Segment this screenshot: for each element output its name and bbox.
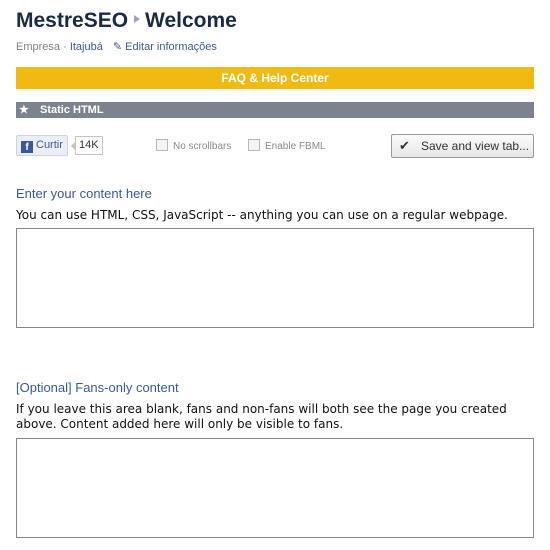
- tab-name: Welcome: [145, 9, 237, 32]
- enable-fbml-label: Enable FBML: [265, 141, 326, 152]
- like-button[interactable]: f Curtir: [16, 135, 68, 156]
- page-subline: Empresa · Itajubá ✎ Editar informações: [16, 41, 217, 53]
- save-button-label: Save and view tab...: [421, 139, 530, 153]
- like-label: Curtir: [36, 139, 63, 151]
- page-title: MestreSEO Welcome: [16, 9, 237, 33]
- save-and-view-tab-button[interactable]: ✔ Save and view tab...: [391, 134, 534, 158]
- app-title-bar: ★ Static HTML: [16, 102, 534, 118]
- like-count: 14K: [71, 136, 103, 155]
- checkbox-icon[interactable]: [156, 139, 168, 151]
- content-textarea[interactable]: [16, 228, 534, 328]
- fans-only-description: If you leave this area blank, fans and n…: [16, 402, 507, 431]
- fans-only-heading: [Optional] Fans-only content: [16, 380, 179, 395]
- page-name[interactable]: MestreSEO: [16, 9, 128, 32]
- no-scrollbars-checkbox[interactable]: No scrollbars: [156, 139, 231, 152]
- location-link[interactable]: Itajubá: [70, 41, 103, 53]
- enable-fbml-checkbox[interactable]: Enable FBML: [248, 139, 326, 152]
- edit-info-link[interactable]: Editar informações: [125, 41, 217, 53]
- content-description: You can use HTML, CSS, JavaScript -- any…: [16, 208, 508, 222]
- star-icon: ★: [19, 104, 29, 116]
- faq-help-center-bar[interactable]: FAQ & Help Center: [16, 67, 534, 89]
- app-title: Static HTML: [40, 104, 104, 116]
- category-label: Empresa: [16, 41, 61, 53]
- fans-only-textarea[interactable]: [16, 438, 534, 538]
- no-scrollbars-label: No scrollbars: [173, 141, 232, 152]
- checkbox-icon[interactable]: [248, 139, 260, 151]
- breadcrumb-arrow-icon: [134, 15, 141, 23]
- checkmark-icon: ✔: [399, 138, 410, 153]
- pencil-icon: ✎: [112, 41, 123, 53]
- facebook-icon: f: [21, 141, 33, 153]
- content-heading: Enter your content here: [16, 186, 152, 201]
